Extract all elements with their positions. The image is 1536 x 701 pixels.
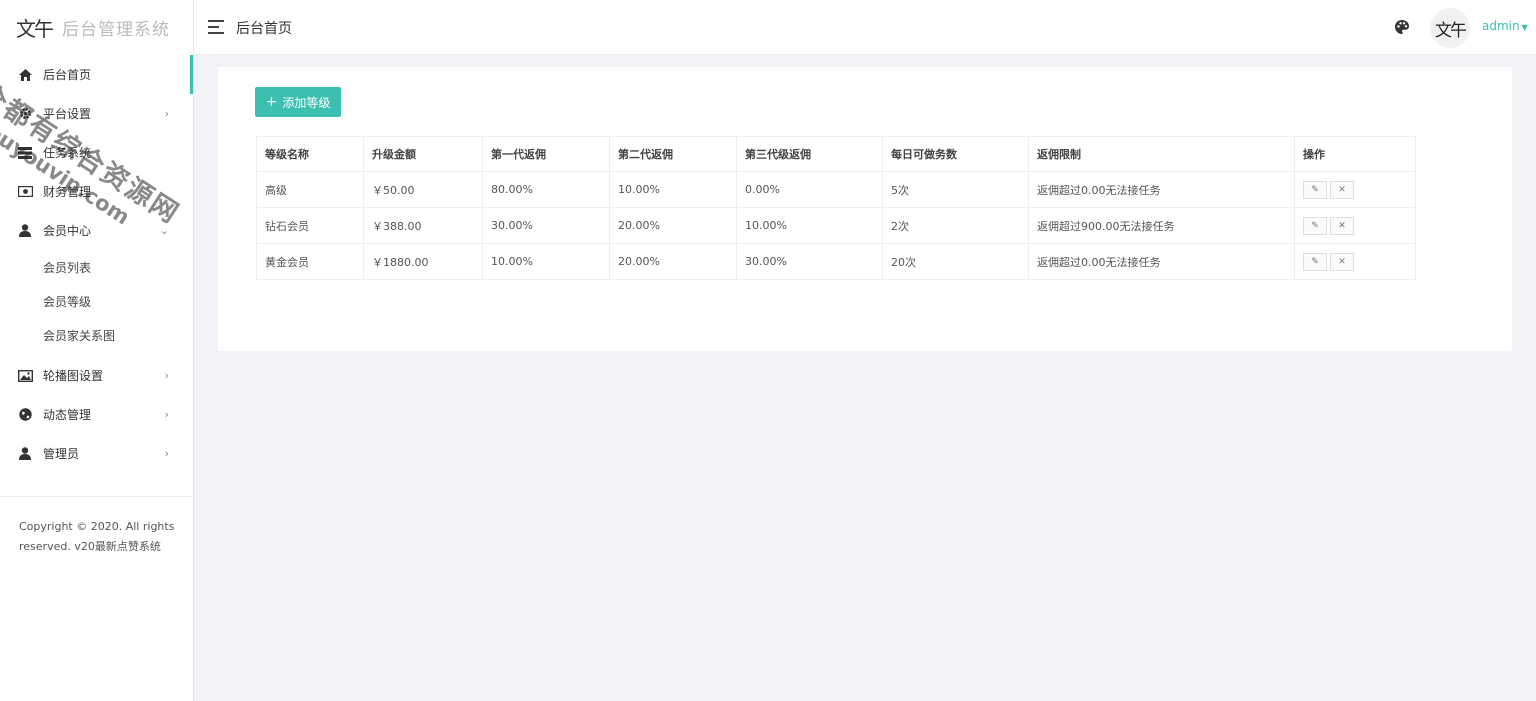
gear-icon [17, 107, 33, 121]
table-cell: 0.00% [736, 171, 883, 208]
table-cell: 30.00% [482, 207, 610, 244]
table-cell: 20次 [882, 243, 1029, 280]
copyright-line: Copyright © 2020. All rights [19, 520, 175, 533]
submenu-item-member-list[interactable]: 会员列表 [0, 250, 193, 284]
sidebar-menu: 后台首页 平台设置 › 任务系统 财务管理 会员中心 ⌄ [0, 55, 193, 250]
level-card: + 添加等级 等级名称 升级金额 第一代返佣 第二代返佣 第三代级返佣 每日可做… [218, 67, 1512, 351]
edit-icon[interactable]: ✎ [1303, 216, 1327, 235]
member-submenu: 会员列表 会员等级 会员家关系图 [0, 250, 193, 352]
table-row: 高级 ￥50.00 80.00% 10.00% 0.00% 5次 返佣超过0.0… [256, 171, 1416, 208]
chevron-right-icon: › [164, 447, 169, 460]
table-cell: ￥1880.00 [363, 243, 483, 280]
table-cell: ￥388.00 [363, 207, 483, 244]
copyright: Copyright © 2020. All rights reserved. v… [19, 517, 179, 557]
table-cell: 30.00% [736, 243, 883, 280]
palette-icon[interactable] [1394, 19, 1410, 35]
sidebar-item-task-system[interactable]: 任务系统 [0, 133, 193, 172]
sidebar-item-label: 管理员 [43, 447, 80, 461]
sidebar-item-label: 轮播图设置 [43, 369, 104, 383]
globe-icon [17, 408, 33, 422]
sidebar-item-home[interactable]: 后台首页 [0, 55, 193, 94]
edit-icon[interactable]: ✎ [1303, 252, 1327, 271]
page-title: 后台首页 [236, 21, 292, 37]
table-cell: 返佣超过0.00无法接任务 [1028, 243, 1295, 280]
table-cell: 80.00% [482, 171, 610, 208]
table-cell: 返佣超过900.00无法接任务 [1028, 207, 1295, 244]
table-cell: 10.00% [736, 207, 883, 244]
sidebar-item-carousel[interactable]: 轮播图设置 › [0, 356, 193, 395]
sidebar-item-label: 会员中心 [43, 224, 92, 238]
chevron-right-icon: › [164, 107, 169, 120]
sidebar-item-label: 动态管理 [43, 408, 92, 422]
sidebar-menu-lower: 轮播图设置 › 动态管理 › 管理员 › [0, 356, 193, 473]
table-cell: 5次 [882, 171, 1029, 208]
table-header-cell: 升级金额 [363, 136, 483, 172]
close-icon[interactable]: ✕ [1330, 252, 1354, 271]
table-row: 钻石会员 ￥388.00 30.00% 20.00% 10.00% 2次 返佣超… [256, 207, 1416, 244]
close-icon[interactable]: ✕ [1330, 180, 1354, 199]
chevron-right-icon: › [164, 369, 169, 382]
sidebar-divider [0, 496, 193, 497]
sidebar-item-dynamic[interactable]: 动态管理 › [0, 395, 193, 434]
copyright-line: reserved. v20最新点赞系统 [19, 540, 161, 553]
table-cell: 2次 [882, 207, 1029, 244]
image-icon [17, 369, 33, 383]
table-cell: 钻石会员 [256, 207, 364, 244]
table-cell: 10.00% [482, 243, 610, 280]
avatar[interactable]: 文午 [1430, 8, 1470, 48]
user-name: admin [1482, 19, 1520, 33]
user-icon [17, 224, 33, 238]
sidebar-item-platform-settings[interactable]: 平台设置 › [0, 94, 193, 133]
chevron-down-icon: ⌄ [159, 224, 169, 237]
caret-down-icon: ▼ [1521, 23, 1528, 32]
sidebar-item-finance[interactable]: 财务管理 [0, 172, 193, 211]
sidebar: 文午 后台管理系统 后台首页 平台设置 › 任务系统 财务管理 会员中心 ⌄ 会… [0, 0, 194, 701]
logo-text: 后台管理系统 [62, 20, 170, 40]
admin-icon [17, 447, 33, 461]
sidebar-item-member-center[interactable]: 会员中心 ⌄ [0, 211, 193, 250]
plus-icon: + [265, 94, 278, 110]
table-header-row: 等级名称 升级金额 第一代返佣 第二代返佣 第三代级返佣 每日可做务数 返佣限制… [256, 136, 1416, 172]
home-icon [17, 68, 33, 82]
table-actions: ✎ ✕ [1294, 207, 1416, 244]
table-cell: ￥50.00 [363, 171, 483, 208]
table-header-cell: 操作 [1294, 136, 1416, 172]
money-icon [17, 185, 33, 199]
sidebar-item-admin[interactable]: 管理员 › [0, 434, 193, 473]
table-header-cell: 第二代返佣 [609, 136, 737, 172]
list-icon [17, 146, 33, 160]
table-actions: ✎ ✕ [1294, 171, 1416, 208]
edit-icon[interactable]: ✎ [1303, 180, 1327, 199]
table-header-cell: 每日可做务数 [882, 136, 1029, 172]
user-menu[interactable]: admin ▼ [1482, 19, 1528, 33]
sidebar-item-label: 财务管理 [43, 185, 92, 199]
logo-mark: 文午 [16, 17, 54, 41]
add-level-label: 添加等级 [282, 95, 331, 110]
table-header-cell: 等级名称 [256, 136, 364, 172]
sidebar-item-label: 任务系统 [43, 146, 92, 160]
table-cell: 高级 [256, 171, 364, 208]
sidebar-item-label: 后台首页 [43, 68, 92, 82]
table-cell: 10.00% [609, 171, 737, 208]
menu-toggle-icon[interactable] [208, 20, 224, 34]
submenu-item-member-relation[interactable]: 会员家关系图 [0, 318, 193, 352]
table-cell: 返佣超过0.00无法接任务 [1028, 171, 1295, 208]
submenu-item-member-level[interactable]: 会员等级 [0, 284, 193, 318]
table-header-cell: 第三代级返佣 [736, 136, 883, 172]
sidebar-item-label: 平台设置 [43, 107, 92, 121]
table-cell: 20.00% [609, 243, 737, 280]
table-actions: ✎ ✕ [1294, 243, 1416, 280]
logo-area: 文午 后台管理系统 [0, 0, 193, 55]
close-icon[interactable]: ✕ [1330, 216, 1354, 235]
add-level-button[interactable]: + 添加等级 [255, 87, 341, 117]
table-cell: 20.00% [609, 207, 737, 244]
top-header: 后台首页 文午 admin ▼ [194, 0, 1536, 55]
level-table: 等级名称 升级金额 第一代返佣 第二代返佣 第三代级返佣 每日可做务数 返佣限制… [256, 136, 1416, 280]
table-header-cell: 第一代返佣 [482, 136, 610, 172]
table-header-cell: 返佣限制 [1028, 136, 1295, 172]
table-row: 黄金会员 ￥1880.00 10.00% 20.00% 30.00% 20次 返… [256, 243, 1416, 280]
chevron-right-icon: › [164, 408, 169, 421]
table-cell: 黄金会员 [256, 243, 364, 280]
